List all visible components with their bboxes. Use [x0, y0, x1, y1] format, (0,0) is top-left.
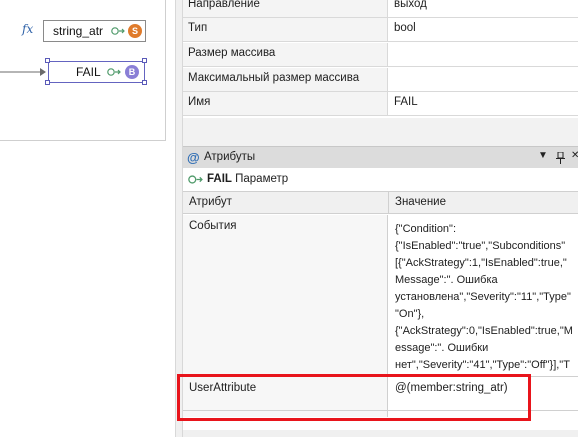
- pin-icon[interactable]: [556, 152, 565, 164]
- at-icon: @: [187, 150, 200, 165]
- subject-name: FAIL: [207, 173, 232, 185]
- attributes-subject: FAIL Параметр: [183, 168, 578, 191]
- property-value[interactable]: [389, 68, 578, 91]
- selection-handle[interactable]: [45, 80, 50, 85]
- property-value[interactable]: FAIL: [389, 92, 578, 115]
- property-value[interactable]: bool: [389, 18, 578, 41]
- panel-splitter[interactable]: [175, 0, 183, 437]
- property-value[interactable]: [389, 43, 578, 66]
- property-key: Имя: [183, 92, 388, 115]
- highlight-box: [177, 374, 531, 421]
- selection-handle[interactable]: [142, 58, 147, 63]
- property-key: Тип: [183, 18, 388, 41]
- panel-title: Атрибуты: [204, 151, 256, 163]
- attribute-key-events[interactable]: События: [183, 215, 388, 375]
- attribute-value-events[interactable]: {"Condition": {"IsEnabled":"true","Subco…: [389, 215, 578, 375]
- property-grid: Направление выход Тип bool Размер массив…: [183, 0, 578, 120]
- variable-node-fail[interactable]: FAIL B: [48, 61, 145, 83]
- property-row[interactable]: Имя FAIL: [183, 92, 578, 116]
- selection-handle[interactable]: [45, 58, 50, 63]
- node-label: string_atr: [53, 24, 104, 38]
- subject-label: FAIL Параметр: [207, 173, 288, 185]
- variable-node-string-atr[interactable]: string_atr S: [43, 20, 146, 42]
- property-value[interactable]: выход: [389, 0, 578, 17]
- property-row[interactable]: Направление выход: [183, 0, 578, 18]
- panel-bottom-bar: [183, 430, 578, 437]
- property-key: Максимальный размер массива: [183, 68, 388, 91]
- property-key: Направление: [183, 0, 388, 17]
- node-label: FAIL: [76, 65, 101, 79]
- subject-type: Параметр: [235, 173, 289, 185]
- bool-type-badge-icon: B: [125, 65, 139, 79]
- connector-arrow-icon: [188, 175, 203, 184]
- close-icon[interactable]: ✕: [571, 150, 578, 161]
- function-icon: fx: [22, 22, 34, 36]
- connector-arrow-icon: [107, 68, 121, 76]
- property-key: Размер массива: [183, 43, 388, 66]
- connection-line: [0, 68, 46, 76]
- property-row[interactable]: Максимальный размер массива: [183, 68, 578, 92]
- column-header-attribute[interactable]: Атрибут: [183, 192, 389, 214]
- dropdown-icon[interactable]: ▼: [538, 150, 548, 161]
- diagram-empty-area: [0, 141, 175, 437]
- selection-handle[interactable]: [142, 80, 147, 85]
- connector-arrow-icon: [111, 27, 125, 35]
- property-grid-footer: [183, 118, 578, 146]
- string-type-badge-icon: S: [128, 24, 142, 38]
- property-row[interactable]: Тип bool: [183, 18, 578, 42]
- column-header-value[interactable]: Значение: [389, 192, 578, 214]
- property-row[interactable]: Размер массива: [183, 43, 578, 67]
- attributes-panel-header: @ Атрибуты ▼ ✕: [183, 146, 578, 168]
- diagram-canvas[interactable]: fx string_atr S FAIL B: [0, 0, 166, 141]
